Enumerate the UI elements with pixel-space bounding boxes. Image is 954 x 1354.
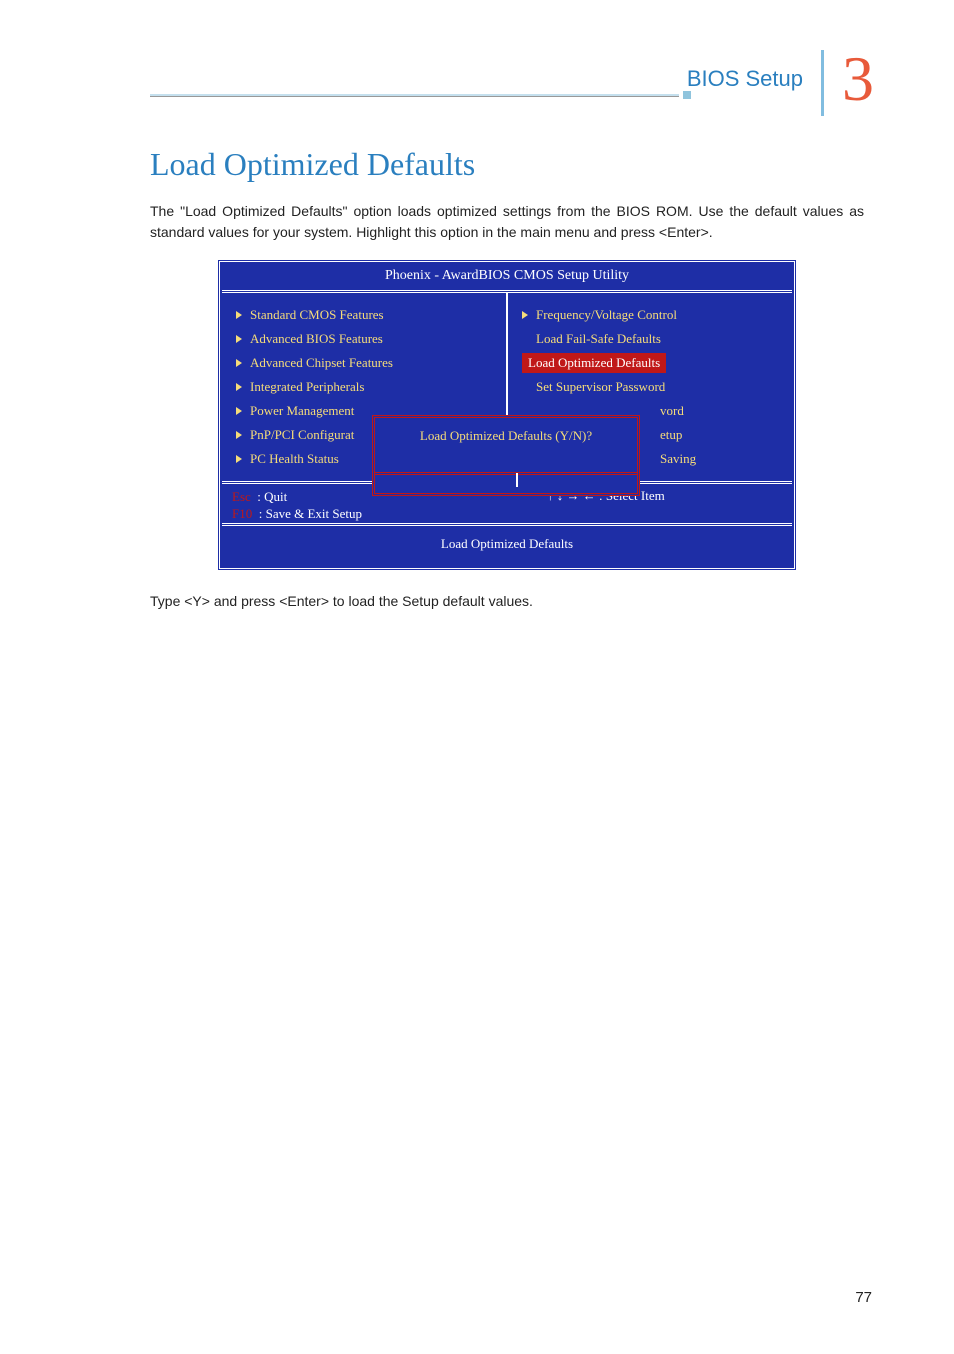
bios-item-label: Frequency/Voltage Control [536,307,677,323]
bios-key-f10: F10 [232,506,252,521]
triangle-icon [236,359,242,367]
bios-menu-fragment: Saving [660,447,920,471]
cursor-icon [516,473,518,487]
triangle-icon [522,311,528,319]
page-number: 77 [855,1289,872,1306]
bios-item-label: Power Management [250,403,354,419]
bios-menu-item[interactable]: Frequency/Voltage Control [522,303,782,327]
section-title: Load Optimized Defaults [150,146,874,183]
triangle-icon [236,311,242,319]
bios-footer: Load Optimized Defaults [222,523,792,566]
bios-popup-text: Load Optimized Defaults (Y/N)? [375,418,637,475]
intro-paragraph: The "Load Optimized Defaults" option loa… [150,201,864,243]
bios-menu-fragment: etup [660,423,920,447]
triangle-icon [236,383,242,391]
bios-item-label: Advanced Chipset Features [250,355,393,371]
triangle-icon [236,431,242,439]
bios-key-f10-label: : Save & Exit Setup [259,506,362,521]
bios-title: Phoenix - AwardBIOS CMOS Setup Utility [222,264,792,290]
bios-item-label: PC Health Status [250,451,339,467]
page-header: BIOS Setup 3 [140,50,874,116]
bios-item-label: Advanced BIOS Features [250,331,383,347]
bios-menu-item[interactable]: Integrated Peripherals [236,375,496,399]
bios-item-label: PnP/PCI Configurat [250,427,354,443]
triangle-icon [236,335,242,343]
bios-menu-item[interactable]: Advanced Chipset Features [236,351,496,375]
bios-menu-item[interactable]: Load Fail-Safe Defaults [522,327,782,351]
bios-item-label: Standard CMOS Features [250,307,384,323]
bios-item-label: Integrated Peripherals [250,379,364,395]
triangle-icon [236,407,242,415]
header-label: BIOS Setup [687,66,803,92]
header-rule [150,94,679,96]
bios-menu-item[interactable]: Set Supervisor Password [522,375,782,399]
bios-item-label: Load Fail-Safe Defaults [536,331,661,347]
bios-menu-item[interactable]: Standard CMOS Features [236,303,496,327]
closing-paragraph: Type <Y> and press <Enter> to load the S… [150,591,864,612]
bios-menu-fragment: vord [660,399,920,423]
bios-menu: Standard CMOS Features Advanced BIOS Fea… [222,290,792,481]
bios-menu-item[interactable]: Advanced BIOS Features [236,327,496,351]
bios-popup[interactable]: Load Optimized Defaults (Y/N)? [372,415,640,496]
chapter-number: 3 [842,50,874,108]
bios-key-esc: Esc [232,489,251,504]
bios-key-esc-label: : Quit [257,489,287,504]
triangle-icon [236,455,242,463]
chapter-number-box: 3 [821,50,874,116]
bios-item-label: Set Supervisor Password [536,379,665,395]
bios-item-label: Load Optimized Defaults [528,355,660,371]
bios-screenshot: Phoenix - AwardBIOS CMOS Setup Utility S… [217,259,797,571]
bios-menu-item-selected[interactable]: Load Optimized Defaults [522,353,666,373]
